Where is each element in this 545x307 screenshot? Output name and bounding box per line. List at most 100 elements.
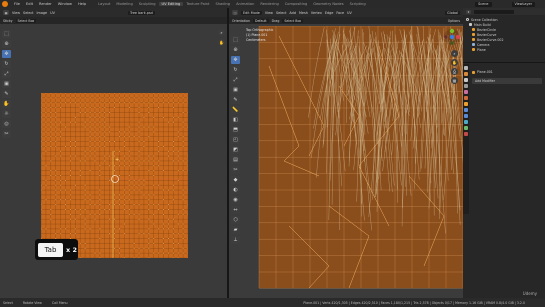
tab-compositing[interactable]: Compositing — [282, 2, 311, 6]
vp-menu-vertex[interactable]: Vertex — [311, 11, 322, 15]
data-tab-icon[interactable] — [464, 126, 468, 130]
uv-menu-image[interactable]: Image — [37, 11, 48, 15]
cursor-tool-icon[interactable]: ⊕ — [2, 40, 11, 48]
global-dropdown[interactable]: Global — [445, 10, 460, 15]
drag-dropdown[interactable]: Select Box — [282, 18, 304, 23]
loop-cut-tool-icon[interactable]: ▤ — [231, 156, 240, 164]
vp-menu-face[interactable]: Face — [336, 11, 344, 15]
vp-menu-select[interactable]: Select — [276, 11, 286, 15]
tab-shading[interactable]: Shading — [212, 2, 233, 6]
tab-texture-paint[interactable]: Texture Paint — [183, 2, 212, 6]
zoom-icon[interactable]: ⌕ — [218, 29, 225, 36]
measure-tool-icon[interactable]: 📏 — [231, 106, 240, 114]
relax-tool-icon[interactable]: ☼ — [2, 110, 11, 118]
image-selector[interactable]: Tree bark.psd — [127, 10, 155, 15]
mode-dropdown[interactable]: Edit Mode — [241, 10, 262, 15]
add-modifier-button[interactable]: Add Modifier — [472, 78, 542, 84]
pinch-tool-icon[interactable]: ◎ — [2, 120, 11, 128]
camera-icon[interactable]: ⎙ — [451, 68, 458, 75]
blender-logo-icon[interactable] — [2, 1, 8, 7]
tab-modeling[interactable]: Modeling — [113, 2, 135, 6]
shear-tool-icon[interactable]: ▰ — [231, 226, 240, 234]
editor-type-icon[interactable]: ◫ — [232, 10, 238, 15]
tab-scripting[interactable]: Scripting — [347, 2, 369, 6]
transform-tool-icon[interactable]: ▣ — [231, 86, 240, 94]
menu-render[interactable]: Render — [36, 2, 55, 6]
menu-edit[interactable]: Edit — [23, 2, 36, 6]
menu-file[interactable]: File — [11, 2, 23, 6]
scale-tool-icon[interactable]: ⤢ — [231, 76, 240, 84]
cursor-tool-icon[interactable]: ⊕ — [231, 46, 240, 54]
bevel-tool-icon[interactable]: ◩ — [231, 146, 240, 154]
tab-geometry-nodes[interactable]: Geometry Nodes — [310, 2, 346, 6]
uv-menu-uv[interactable]: UV — [50, 11, 55, 15]
annotate-tool-icon[interactable]: ✎ — [2, 90, 11, 98]
uv-menu-view[interactable]: View — [12, 11, 20, 15]
vp-menu-mesh[interactable]: Mesh — [299, 11, 308, 15]
particles-tab-icon[interactable] — [464, 114, 468, 118]
zoom-icon[interactable]: ⌕ — [451, 50, 458, 57]
vp-menu-view[interactable]: View — [265, 11, 273, 15]
object-tab-icon[interactable] — [464, 102, 468, 106]
vp-menu-uv[interactable]: UV — [347, 11, 352, 15]
view-layer-tab-icon[interactable] — [464, 84, 468, 88]
move-tool-icon[interactable]: ✥ — [231, 56, 240, 64]
output-tab-icon[interactable] — [464, 78, 468, 82]
sticky-select-label[interactable]: Sticky — [3, 19, 13, 23]
grid-icon[interactable]: ▦ — [451, 77, 458, 84]
outliner-item-label: BezierCircle — [477, 27, 496, 32]
shrink-fatten-tool-icon[interactable]: ⬡ — [231, 216, 240, 224]
pan-hand-icon[interactable]: ✋ — [451, 59, 458, 66]
annotate-tool-icon[interactable]: ✎ — [231, 96, 240, 104]
editor-type-icon[interactable]: ▦ — [3, 10, 9, 15]
vp-menu-add[interactable]: Add — [289, 11, 296, 15]
navigation-gizmo[interactable] — [443, 28, 461, 46]
scene-tab-icon[interactable] — [464, 90, 468, 94]
smooth-tool-icon[interactable]: ◉ — [231, 196, 240, 204]
filter-icon[interactable]: ▾ — [466, 9, 471, 14]
select-box-tool-icon[interactable]: ⬚ — [2, 30, 11, 38]
view-layer-selector[interactable]: ViewLayer — [511, 1, 535, 7]
edge-slide-tool-icon[interactable]: ⇔ — [231, 206, 240, 214]
rip-tool-icon[interactable]: ✂ — [2, 130, 11, 138]
tab-sculpting[interactable]: Sculpting — [136, 2, 159, 6]
inset-tool-icon[interactable]: ◰ — [231, 136, 240, 144]
options-button[interactable]: Options — [448, 19, 460, 23]
move-tool-icon[interactable]: ✥ — [2, 50, 11, 58]
spin-tool-icon[interactable]: ◐ — [231, 186, 240, 194]
vp-menu-edge[interactable]: Edge — [325, 11, 334, 15]
modifier-tab-icon[interactable] — [464, 108, 468, 112]
viewport-canvas[interactable] — [229, 26, 463, 298]
transform-tool-icon[interactable]: ▣ — [2, 80, 11, 88]
poly-build-tool-icon[interactable]: ◆ — [231, 176, 240, 184]
list-item[interactable]: Plane — [466, 47, 542, 52]
rip-region-tool-icon[interactable]: ⟂ — [231, 236, 240, 244]
scene-selector[interactable]: Scene — [475, 1, 492, 7]
tab-animation[interactable]: Animation — [233, 2, 257, 6]
physics-tab-icon[interactable] — [464, 120, 468, 124]
select-box-dropdown[interactable]: Select Box — [15, 18, 37, 23]
menu-window[interactable]: Window — [55, 2, 75, 6]
knife-tool-icon[interactable]: ✂ — [231, 166, 240, 174]
uv-island-grid[interactable]: + — [41, 93, 188, 258]
scale-tool-icon[interactable]: ⤢ — [2, 70, 11, 78]
render-tab-icon[interactable] — [464, 72, 468, 76]
orientation-dropdown[interactable]: Default — [253, 18, 269, 23]
rotate-tool-icon[interactable]: ↻ — [2, 60, 11, 68]
tool-tab-icon[interactable] — [464, 66, 468, 70]
menu-help[interactable]: Help — [75, 2, 89, 6]
world-tab-icon[interactable] — [464, 96, 468, 100]
rotate-tool-icon[interactable]: ↻ — [231, 66, 240, 74]
uv-tool-settings: Sticky Select Box — [0, 17, 227, 24]
material-tab-icon[interactable] — [464, 132, 468, 136]
add-cube-tool-icon[interactable]: ◧ — [231, 116, 240, 124]
grab-tool-icon[interactable]: ✋ — [2, 100, 11, 108]
tab-layout[interactable]: Layout — [95, 2, 113, 6]
uv-menu-select[interactable]: Select — [23, 11, 33, 15]
outliner-search-input[interactable] — [474, 9, 514, 14]
tab-uv-editing[interactable]: UV Editing — [158, 2, 184, 6]
select-box-tool-icon[interactable]: ⬚ — [231, 36, 240, 44]
pan-hand-icon[interactable]: ✋ — [218, 39, 225, 46]
tab-rendering[interactable]: Rendering — [257, 2, 281, 6]
extrude-tool-icon[interactable]: ⬒ — [231, 126, 240, 134]
